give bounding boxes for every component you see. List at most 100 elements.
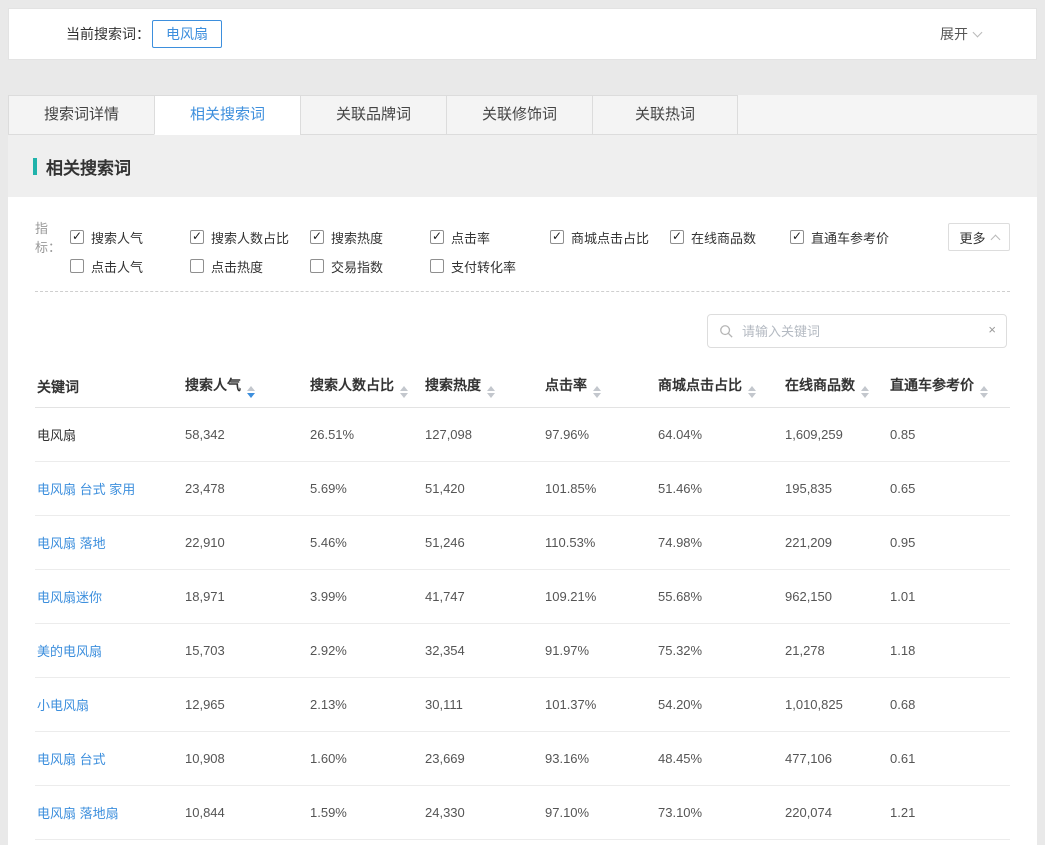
column-header-7[interactable]: 在线商品数: [783, 367, 888, 407]
column-label: 搜索人数占比: [310, 377, 394, 393]
tab-5[interactable]: 关联热词: [592, 95, 738, 135]
metric-cell: 220,074: [783, 785, 888, 839]
metric-label: 搜索人气: [91, 228, 143, 247]
tab-4[interactable]: 关联修饰词: [446, 95, 592, 135]
column-label: 搜索热度: [425, 377, 481, 393]
keyword-search-row: ×: [38, 314, 1007, 348]
metric-checkbox-r2-1[interactable]: 点击人气: [70, 257, 190, 276]
metric-cell: 41,747: [423, 569, 543, 623]
sort-arrows-icon[interactable]: [861, 386, 869, 398]
column-label: 搜索人气: [185, 377, 241, 393]
checkbox-unchecked-icon[interactable]: [70, 259, 84, 273]
tab-bar: 搜索词详情相关搜索词关联品牌词关联修饰词关联热词: [8, 95, 1037, 135]
metric-checkbox-r1-1[interactable]: 搜索人气: [70, 228, 190, 247]
more-button[interactable]: 更多: [948, 223, 1010, 251]
column-header-8[interactable]: 直通车参考价: [888, 367, 1010, 407]
expand-button[interactable]: 展开: [940, 24, 981, 44]
checkbox-unchecked-icon[interactable]: [430, 259, 444, 273]
keyword-link[interactable]: 电风扇 落地: [35, 515, 183, 569]
metric-cell: 75.32%: [656, 623, 783, 677]
keyword-link[interactable]: 美的电风扇: [35, 623, 183, 677]
keyword-search-input[interactable]: [707, 314, 1007, 348]
metric-cell: 2.92%: [308, 623, 423, 677]
metric-checkbox-r1-2[interactable]: 搜索人数占比: [190, 228, 310, 247]
keyword-link[interactable]: 电风扇 落地扇: [35, 785, 183, 839]
title-accent-bar: [33, 158, 37, 175]
metric-cell: 1,609,259: [783, 407, 888, 461]
column-label: 关键词: [37, 379, 79, 395]
metric-checkbox-r1-4[interactable]: 点击率: [430, 228, 550, 247]
metric-cell: 51.46%: [656, 461, 783, 515]
sort-arrows-icon[interactable]: [593, 386, 601, 398]
clear-icon[interactable]: ×: [988, 322, 996, 337]
column-header-4[interactable]: 搜索热度: [423, 367, 543, 407]
checkbox-checked-icon[interactable]: [190, 230, 204, 244]
metric-cell: 30,111: [423, 677, 543, 731]
metric-cell: 97.10%: [543, 785, 656, 839]
column-header-1: 关键词: [35, 367, 183, 407]
metric-checkbox-r2-2[interactable]: 点击热度: [190, 257, 310, 276]
metric-cell: 0.95: [888, 515, 1010, 569]
metric-checkbox-r1-6[interactable]: 在线商品数: [670, 228, 790, 247]
metric-checkbox-r2-4[interactable]: 支付转化率: [430, 257, 550, 276]
chevron-up-icon: [990, 234, 1000, 244]
metric-cell: 3.99%: [308, 569, 423, 623]
checkbox-checked-icon[interactable]: [310, 230, 324, 244]
metric-cell: 21,278: [783, 623, 888, 677]
column-label: 直通车参考价: [890, 377, 974, 393]
metric-cell: 477,106: [783, 731, 888, 785]
keyword-link[interactable]: 小电风扇: [35, 677, 183, 731]
column-header-5[interactable]: 点击率: [543, 367, 656, 407]
sort-arrows-icon[interactable]: [247, 386, 255, 398]
metric-cell: 5.46%: [308, 515, 423, 569]
sort-arrows-icon[interactable]: [748, 386, 756, 398]
column-header-2[interactable]: 搜索人气: [183, 367, 308, 407]
metric-cell: 32,354: [423, 623, 543, 677]
checkbox-checked-icon[interactable]: [670, 230, 684, 244]
table-row: 电风扇迷你18,9713.99%41,747109.21%55.68%962,1…: [35, 569, 1010, 623]
search-icon: [719, 324, 733, 343]
checkbox-checked-icon[interactable]: [790, 230, 804, 244]
metric-label: 支付转化率: [451, 257, 516, 276]
checkbox-unchecked-icon[interactable]: [310, 259, 324, 273]
search-term-tag[interactable]: 电风扇: [152, 20, 222, 48]
tab-3[interactable]: 关联品牌词: [300, 95, 446, 135]
metric-label: 点击人气: [91, 257, 143, 276]
tab-1[interactable]: 搜索词详情: [8, 95, 154, 135]
metric-cell: 0.65: [888, 461, 1010, 515]
metric-cell: 0.68: [888, 677, 1010, 731]
metric-cell: 22,910: [183, 515, 308, 569]
current-search-term-bar: 当前搜索词： 电风扇 展开: [8, 8, 1037, 60]
metric-cell: 101.37%: [543, 677, 656, 731]
column-header-6[interactable]: 商城点击占比: [656, 367, 783, 407]
checkbox-unchecked-icon[interactable]: [190, 259, 204, 273]
metric-cell: 2.13%: [308, 677, 423, 731]
metric-label: 点击率: [451, 228, 490, 247]
table-row: 电风扇 落地22,9105.46%51,246110.53%74.98%221,…: [35, 515, 1010, 569]
checkbox-checked-icon[interactable]: [70, 230, 84, 244]
more-label: 更多: [959, 228, 985, 247]
sort-arrows-icon[interactable]: [487, 386, 495, 398]
checkbox-checked-icon[interactable]: [550, 230, 564, 244]
metric-checkbox-r1-5[interactable]: 商城点击占比: [550, 228, 670, 247]
sort-arrows-icon[interactable]: [980, 386, 988, 398]
metric-cell: 962,150: [783, 569, 888, 623]
metrics-row-2: 点击人气 点击热度 交易指数 支付转化率: [35, 252, 1010, 280]
keyword-link[interactable]: 电风扇 台式 家用: [35, 461, 183, 515]
metric-cell: 195,835: [783, 461, 888, 515]
sort-arrows-icon[interactable]: [400, 386, 408, 398]
checkbox-checked-icon[interactable]: [430, 230, 444, 244]
metric-cell: 1.59%: [308, 785, 423, 839]
metric-checkbox-r2-3[interactable]: 交易指数: [310, 257, 430, 276]
keyword-link[interactable]: 电风扇 台式: [35, 731, 183, 785]
metric-cell: 26.51%: [308, 407, 423, 461]
metric-cell: 12,965: [183, 677, 308, 731]
metric-checkbox-r1-7[interactable]: 直通车参考价: [790, 228, 910, 247]
keyword-link[interactable]: 电风扇迷你: [35, 569, 183, 623]
metric-cell: 54.20%: [656, 677, 783, 731]
metric-checkbox-r1-3[interactable]: 搜索热度: [310, 228, 430, 247]
metric-label: 点击热度: [211, 257, 263, 276]
tab-2[interactable]: 相关搜索词: [154, 95, 300, 135]
tab-bar-filler: [738, 95, 1037, 135]
column-header-3[interactable]: 搜索人数占比: [308, 367, 423, 407]
